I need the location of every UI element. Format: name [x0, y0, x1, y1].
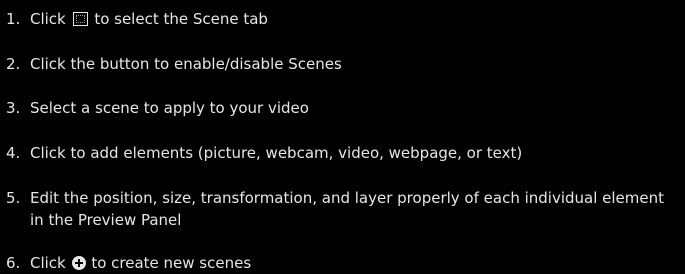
- step-text: Click to create new scenes: [30, 252, 681, 274]
- step-5: 5. Edit the position, size, transformati…: [6, 187, 681, 231]
- step-text: Click the button to enable/disable Scene…: [30, 55, 342, 73]
- step-4: 4. Click to add elements (picture, webca…: [6, 142, 681, 164]
- step-text-before: Click: [30, 10, 66, 28]
- step-number: 4.: [6, 144, 21, 162]
- step-6: 6. Click to create new scenes: [6, 252, 681, 274]
- step-number: 5.: [6, 189, 21, 207]
- step-text-after: to create new scenes: [91, 254, 252, 272]
- step-number: 6.: [6, 254, 21, 272]
- step-number: 3.: [6, 99, 21, 117]
- step-number: 1.: [6, 10, 21, 28]
- step-text: Click to add elements (picture, webcam, …: [30, 144, 523, 162]
- step-1: 1. Click to select the Scene tab: [6, 8, 681, 30]
- step-3: 3. Select a scene to apply to your video: [6, 97, 681, 119]
- add-circle-icon: [71, 256, 86, 270]
- step-text: Select a scene to apply to your video: [30, 99, 309, 117]
- step-number: 2.: [6, 55, 21, 73]
- step-text-before: Click: [30, 254, 66, 272]
- step-2: 2. Click the button to enable/disable Sc…: [6, 53, 681, 75]
- scene-tab-icon: [72, 12, 88, 26]
- step-text-after: to select the Scene tab: [94, 10, 268, 28]
- step-text: Edit the position, size, transformation,…: [30, 189, 665, 229]
- step-text: Click to select the Scene tab: [30, 8, 681, 30]
